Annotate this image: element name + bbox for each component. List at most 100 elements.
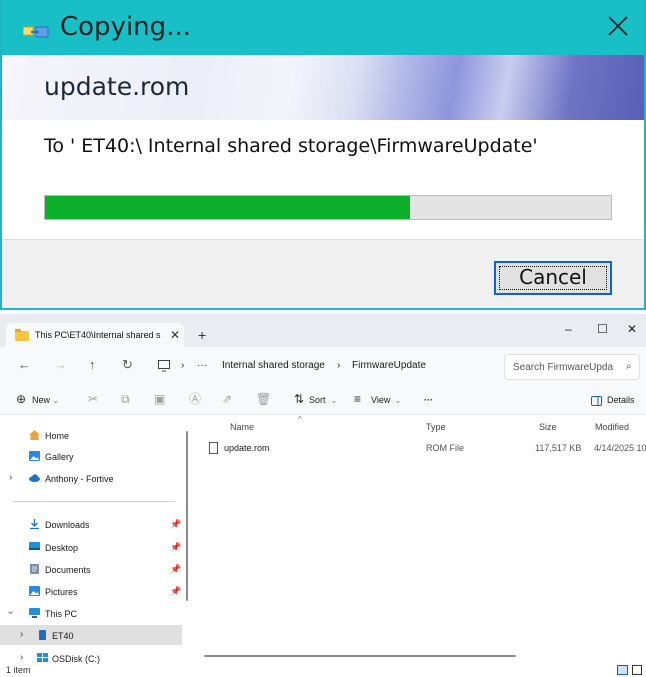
- horizontal-scrollbar[interactable]: [204, 655, 516, 657]
- folder-icon: [15, 329, 29, 341]
- file-type: ROM File: [426, 443, 464, 453]
- rename-icon[interactable]: Ⓐ: [189, 393, 201, 405]
- documents-icon: [30, 564, 39, 574]
- cloud-icon: [29, 474, 40, 482]
- address-bar-row: ← → ↑ ↻ › ··· Internal shared storage › …: [0, 347, 646, 387]
- drive-icon: [37, 653, 48, 662]
- file-modified: 4/14/2025 10:: [594, 443, 646, 453]
- view-dropdown-icon[interactable]: ⌄: [394, 395, 402, 406]
- tiles-view-icon[interactable]: [632, 665, 642, 675]
- search-placeholder: Search FirmwareUpda: [513, 362, 614, 373]
- file-name-band: update.rom: [2, 55, 644, 120]
- breadcrumb-internal-storage[interactable]: Internal shared storage: [222, 360, 325, 371]
- copy-file-name: update.rom: [44, 72, 190, 101]
- sidebar-item-label: This PC: [45, 609, 78, 619]
- expand-chevron-icon[interactable]: ›: [9, 472, 12, 483]
- back-icon[interactable]: ←: [18, 358, 31, 372]
- desktop-icon: [29, 542, 40, 550]
- column-header-type[interactable]: Type: [426, 422, 446, 432]
- expand-chevron-icon[interactable]: ›: [20, 652, 23, 663]
- pin-icon: 📌: [170, 564, 182, 574]
- sidebar-item-label: Documents: [45, 565, 91, 575]
- maximize-icon[interactable]: ☐: [597, 322, 608, 336]
- sidebar-divider: [12, 501, 175, 502]
- sidebar-item-label: Downloads: [45, 520, 90, 530]
- breadcrumb-firmwareupdate[interactable]: FirmwareUpdate: [352, 360, 426, 371]
- file-name: update.rom: [224, 443, 270, 453]
- close-icon[interactable]: [602, 10, 634, 42]
- details-pane-icon: [591, 396, 602, 406]
- breadcrumb-chevron-icon: ›: [181, 360, 185, 371]
- new-button[interactable]: New: [32, 395, 50, 405]
- cut-icon[interactable]: ✂: [88, 393, 98, 405]
- sidebar-item-label: Desktop: [45, 543, 79, 553]
- new-plus-icon: ⊕: [16, 392, 27, 406]
- column-header-size[interactable]: Size: [539, 422, 557, 432]
- sidebar-item-desktop[interactable]: Desktop 📌: [0, 537, 182, 557]
- sidebar-item-label: Anthony - Fortive: [45, 474, 114, 484]
- sidebar-item-label: ET40: [52, 631, 74, 641]
- dialog-title: Copying...: [60, 12, 191, 42]
- sort-button[interactable]: Sort: [309, 395, 326, 405]
- expand-chevron-icon[interactable]: ›: [20, 629, 23, 640]
- window-close-icon[interactable]: ✕: [627, 322, 637, 336]
- new-tab-icon[interactable]: +: [198, 328, 206, 342]
- new-dropdown-icon[interactable]: ⌄: [52, 395, 60, 406]
- sort-dropdown-icon[interactable]: ⌄: [330, 395, 338, 406]
- more-options-button[interactable]: ···: [424, 395, 433, 405]
- details-button[interactable]: Details: [607, 395, 635, 405]
- sidebar-item-this-pc[interactable]: › This PC: [0, 603, 182, 623]
- sort-icon: ⇅: [294, 392, 305, 406]
- forward-icon[interactable]: →: [54, 358, 67, 372]
- up-icon[interactable]: ↑: [89, 358, 96, 372]
- view-button[interactable]: View: [371, 395, 390, 405]
- file-size: 117,517 KB: [535, 443, 582, 453]
- item-count: 1 item: [6, 665, 31, 675]
- share-icon[interactable]: ⇗: [222, 393, 232, 405]
- home-icon: [29, 430, 40, 440]
- device-icon: [39, 630, 46, 640]
- sort-caret-icon: ^: [298, 415, 302, 424]
- breadcrumb-overflow[interactable]: ···: [197, 360, 207, 371]
- sidebar-item-pictures[interactable]: Pictures 📌: [0, 581, 182, 601]
- tab-close-icon[interactable]: ✕: [170, 328, 180, 342]
- details-view-icon[interactable]: [617, 665, 628, 675]
- copy-icon[interactable]: ⧉: [121, 393, 130, 405]
- view-icon: ≡: [354, 392, 362, 406]
- collapse-chevron-icon[interactable]: ›: [5, 611, 16, 614]
- download-icon: [30, 519, 39, 529]
- dialog-titlebar: Copying...: [2, 0, 644, 55]
- sidebar-item-et40[interactable]: › ET40: [0, 625, 182, 645]
- sidebar-item-label: OSDisk (C:): [52, 654, 100, 664]
- pictures-icon: [29, 586, 40, 596]
- file-row[interactable]: update.rom ROM File 117,517 KB 4/14/2025…: [190, 437, 646, 457]
- tab-title: This PC\ET40\Internal shared s: [35, 330, 161, 340]
- sidebar-item-gallery[interactable]: Gallery: [0, 446, 182, 466]
- pc-icon: [29, 608, 40, 618]
- delete-icon[interactable]: 🗑: [256, 393, 271, 405]
- column-header-name[interactable]: Name: [230, 422, 254, 432]
- sidebar-item-documents[interactable]: Documents 📌: [0, 559, 182, 579]
- paste-icon[interactable]: ▣: [154, 393, 165, 405]
- minimize-icon[interactable]: –: [565, 322, 572, 336]
- column-header-modified[interactable]: Modified: [595, 422, 629, 432]
- file-icon: [209, 442, 218, 454]
- copy-dialog: Copying... update.rom To ' ET40:\ Intern…: [0, 0, 646, 310]
- explorer-tab[interactable]: This PC\ET40\Internal shared s ✕: [6, 323, 184, 347]
- search-input[interactable]: Search FirmwareUpda ⌕: [504, 354, 640, 380]
- refresh-icon[interactable]: ↻: [122, 358, 133, 372]
- command-bar: ⊕ New ⌄ ✂ ⧉ ▣ Ⓐ ⇗ 🗑 ⇅ Sort ⌄ ≡ View ⌄ ··…: [0, 387, 646, 415]
- copy-progress-fill: [45, 196, 411, 219]
- monitor-icon[interactable]: [158, 360, 170, 372]
- copy-destination: To ' ET40:\ Internal shared storage\Firm…: [44, 135, 538, 157]
- pin-icon: 📌: [170, 586, 182, 596]
- gallery-icon: [29, 451, 40, 461]
- sidebar-item-label: Pictures: [45, 587, 78, 597]
- sidebar-scrollbar[interactable]: [186, 431, 188, 601]
- copy-progress-bar: [44, 195, 612, 220]
- sidebar-item-home[interactable]: Home: [0, 425, 182, 445]
- cancel-button[interactable]: Cancel: [494, 261, 612, 295]
- sidebar-item-label: Home: [45, 431, 70, 441]
- sidebar-item-onedrive[interactable]: › Anthony - Fortive: [0, 468, 182, 488]
- sidebar-item-downloads[interactable]: Downloads 📌: [0, 514, 182, 534]
